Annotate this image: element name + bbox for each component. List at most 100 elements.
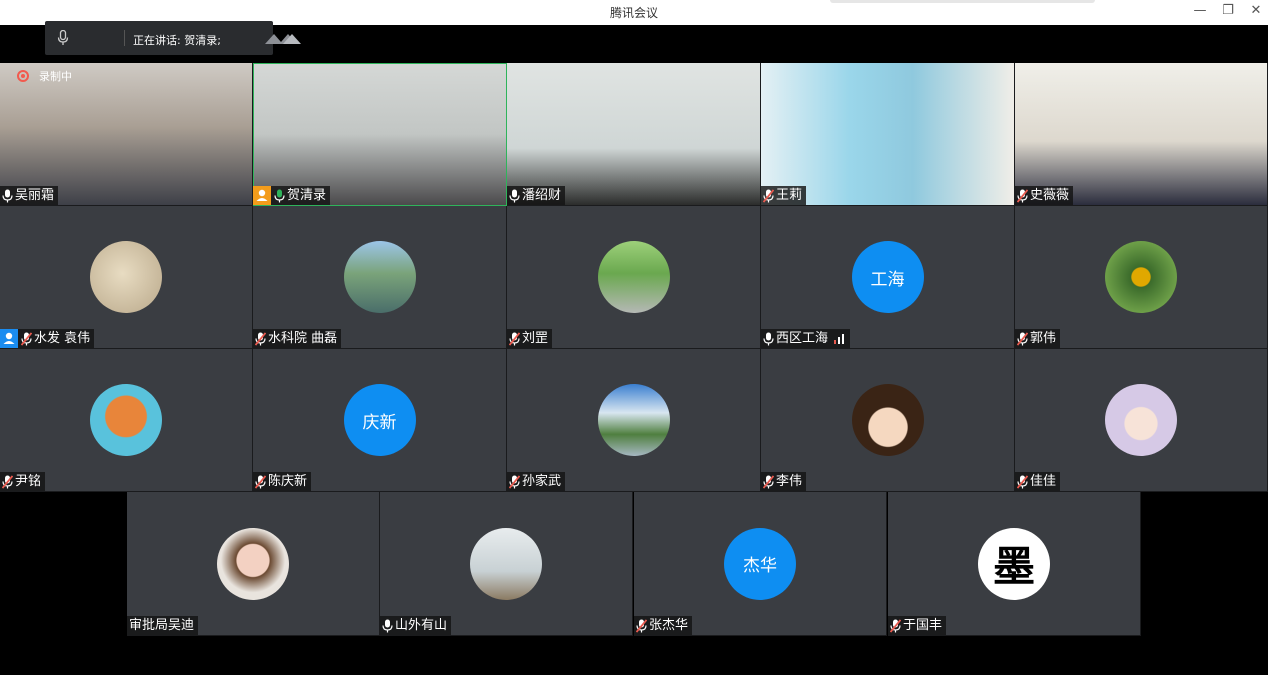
mic-on-icon <box>2 189 13 202</box>
recording-indicator[interactable]: 录制中 <box>17 68 72 84</box>
participant-name: 尹铭 <box>15 474 42 489</box>
mic-muted-icon <box>2 474 13 489</box>
participant-tile[interactable]: 墨于国丰 <box>888 492 1141 636</box>
name-tag: 王莉 <box>761 186 807 205</box>
minimize-button[interactable]: — <box>1190 3 1210 18</box>
mic-muted-icon <box>1017 188 1028 203</box>
mic-muted-icon <box>509 474 520 489</box>
divider <box>124 30 125 46</box>
participant-name: 史薇薇 <box>1030 188 1070 203</box>
participant-tile[interactable]: 潘绍财 <box>507 63 761 206</box>
girl-cartoon-avatar-icon <box>1105 384 1177 456</box>
name-tag: 李伟 <box>761 472 807 491</box>
mic-on-icon <box>509 189 520 202</box>
close-button[interactable]: ✕ <box>1246 3 1266 18</box>
mic-muted-icon <box>636 618 647 633</box>
speaking-indicator: 正在讲话: 贺清录; <box>45 21 301 55</box>
mic-muted-icon <box>890 618 901 633</box>
notification-tab[interactable] <box>830 0 1095 3</box>
participant-tile[interactable]: 李伟 <box>761 349 1015 492</box>
avatar-text: 工海 <box>851 241 924 313</box>
participant-name: 陈庆新 <box>268 474 308 489</box>
mic-on-icon <box>763 332 774 345</box>
name-tag: 审批局吴迪 <box>127 616 199 635</box>
anime-boy-avatar-icon <box>851 384 924 456</box>
participant-tile[interactable]: 工海西区工海 <box>761 206 1015 349</box>
mic-speaking-icon <box>274 189 285 202</box>
name-tag: 孙家武 <box>507 472 566 491</box>
participant-name: 潘绍财 <box>522 188 562 203</box>
name-tag: 刘罡 <box>507 329 553 348</box>
name-tag: 山外有山 <box>380 616 452 635</box>
participant-name: 于国丰 <box>903 618 943 633</box>
speaking-name: 贺清录; <box>184 34 221 47</box>
record-dot-icon <box>17 70 29 82</box>
meeting-logo-icon <box>265 34 301 44</box>
fox-cartoon-avatar-icon <box>90 384 162 456</box>
participant-tile[interactable]: 郭伟 <box>1015 206 1268 349</box>
lake-landscape-avatar-icon <box>343 241 416 313</box>
participant-tile[interactable]: 山外有山 <box>380 492 633 636</box>
name-tag: 史薇薇 <box>1015 186 1074 205</box>
mic-muted-icon <box>763 188 774 203</box>
name-tag: 水科院 曲磊 <box>253 329 342 348</box>
sunflower-avatar-icon <box>1105 241 1177 313</box>
name-tag: 于国丰 <box>888 616 947 635</box>
participant-name: 王莉 <box>776 188 803 203</box>
avatar-text: 庆新 <box>343 384 416 456</box>
host-icon <box>253 186 271 205</box>
mic-muted-icon <box>21 331 32 346</box>
window-title: 腾讯会议 <box>609 6 658 20</box>
woman-photo-avatar-icon <box>217 527 289 600</box>
participant-name: 水科院 曲磊 <box>268 331 338 346</box>
participant-name: 刘罡 <box>522 331 549 346</box>
misty-figure-avatar-icon <box>470 527 542 600</box>
name-tag: 陈庆新 <box>253 472 312 491</box>
restore-button[interactable]: ❐ <box>1218 3 1238 18</box>
participant-name: 西区工海 <box>776 331 829 346</box>
name-tag: 佳佳 <box>1015 472 1061 491</box>
mic-muted-icon <box>509 331 520 346</box>
name-tag: 郭伟 <box>1015 329 1061 348</box>
participant-tile[interactable]: 庆新陈庆新 <box>253 349 507 492</box>
participant-name: 孙家武 <box>522 474 562 489</box>
participant-tile[interactable]: 佳佳 <box>1015 349 1268 492</box>
participant-tile[interactable]: 史薇薇 <box>1015 63 1268 206</box>
host-icon <box>0 329 18 348</box>
participant-name: 审批局吴迪 <box>129 618 195 633</box>
participant-name: 贺清录 <box>287 188 327 203</box>
recording-label: 录制中 <box>39 70 72 83</box>
name-tag: 张杰华 <box>634 616 693 635</box>
name-tag: 西区工海 <box>761 329 851 348</box>
participant-tile[interactable]: 贺清录 <box>253 63 507 206</box>
participant-tile[interactable]: 尹铭 <box>0 349 253 492</box>
mic-muted-icon <box>255 331 266 346</box>
participant-tile[interactable]: 审批局吴迪 <box>127 492 380 636</box>
microphone-icon <box>57 30 69 45</box>
participant-name: 李伟 <box>776 474 803 489</box>
participant-name: 郭伟 <box>1030 331 1057 346</box>
participant-tile[interactable]: 孙家武 <box>507 349 761 492</box>
participant-name: 张杰华 <box>649 618 689 633</box>
mic-on-icon <box>382 619 393 632</box>
participant-tile[interactable]: 水科院 曲磊 <box>253 206 507 349</box>
participant-tile[interactable]: 水发 袁伟 <box>0 206 253 349</box>
calligraphy-mo-avatar-icon: 墨 <box>978 527 1050 600</box>
mic-muted-icon <box>255 474 266 489</box>
ink-painting-avatar-icon <box>90 241 162 313</box>
avatar-char: 墨 <box>992 542 1035 591</box>
mic-muted-icon <box>1017 474 1028 489</box>
participant-tile[interactable]: 吴丽霜 <box>0 63 253 206</box>
name-tag: 吴丽霜 <box>0 186 59 205</box>
participant-tile[interactable]: 王莉 <box>761 63 1015 206</box>
participant-tile[interactable]: 杰华张杰华 <box>634 492 887 636</box>
name-tag: 尹铭 <box>0 472 46 491</box>
participant-name: 山外有山 <box>395 618 448 633</box>
participant-name: 佳佳 <box>1030 474 1057 489</box>
avatar-text: 杰华 <box>724 527 796 600</box>
mic-muted-icon <box>1017 331 1028 346</box>
mountain-avatar-icon <box>597 384 670 456</box>
participant-tile[interactable]: 刘罡 <box>507 206 761 349</box>
signal-strength-icon <box>834 333 845 344</box>
participant-name: 水发 袁伟 <box>34 331 91 346</box>
